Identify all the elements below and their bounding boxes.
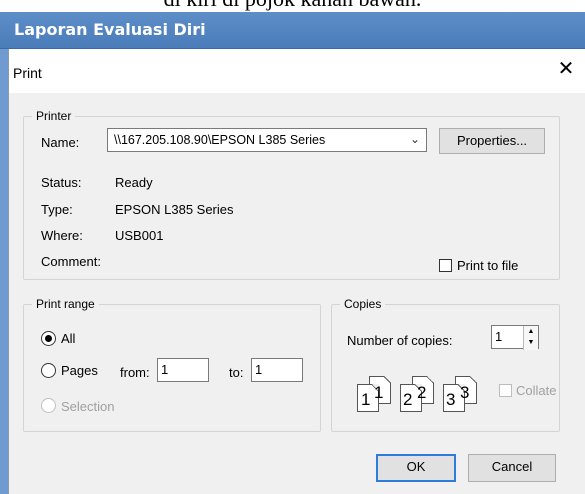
from-label: from: — [120, 365, 150, 380]
pages-radio[interactable] — [41, 363, 56, 378]
page-number: 1 — [361, 390, 371, 409]
copies-value: 1 — [495, 329, 503, 344]
printer-name-label: Name: — [41, 135, 80, 150]
number-of-copies-label: Number of copies: — [347, 333, 453, 348]
page-number: 2 — [417, 383, 427, 402]
spinner-arrows-icon[interactable]: ▲ ▼ — [523, 326, 538, 350]
copies-spinner[interactable]: 1 ▲ ▼ — [491, 325, 539, 350]
print-dialog: Print ✕ Printer Name: \\167.205.108.90\E… — [8, 49, 585, 494]
status-value: Ready — [115, 175, 153, 190]
dialog-title-bar: Print ✕ — [9, 49, 585, 93]
printer-name-value: \\167.205.108.90\EPSON L385 Series — [114, 133, 326, 147]
dialog-title: Print — [13, 65, 42, 81]
copies-group: Copies — [331, 297, 560, 432]
where-label: Where: — [41, 228, 83, 243]
background-text: di kiri di pojok kanan bawah. — [0, 0, 585, 12]
copies-group-label: Copies — [340, 297, 386, 311]
to-label: to: — [229, 365, 244, 380]
where-value: USB001 — [115, 228, 164, 243]
status-label: Status: — [41, 175, 82, 190]
close-icon[interactable]: ✕ — [556, 59, 576, 79]
cancel-button[interactable]: Cancel — [468, 454, 556, 482]
print-range-group-label: Print range — [32, 297, 99, 311]
type-value: EPSON L385 Series — [115, 202, 234, 217]
properties-button[interactable]: Properties... — [439, 128, 545, 154]
page-number: 2 — [403, 390, 413, 409]
all-radio[interactable] — [41, 331, 56, 346]
all-label[interactable]: All — [61, 331, 75, 346]
collate-label[interactable]: Collate — [516, 383, 556, 398]
from-input[interactable]: 1 — [157, 358, 209, 382]
to-input[interactable]: 1 — [251, 358, 303, 382]
page-number: 1 — [374, 383, 384, 402]
printer-group-label: Printer — [32, 109, 76, 123]
selection-radio[interactable] — [41, 398, 56, 413]
selection-label[interactable]: Selection — [61, 399, 114, 414]
ok-button[interactable]: OK — [376, 454, 456, 482]
type-label: Type: — [41, 202, 73, 217]
page-number: 3 — [460, 383, 470, 402]
app-title-bar: Laporan Evaluasi Diri — [0, 12, 585, 49]
print-to-file-checkbox[interactable] — [439, 259, 452, 272]
comment-label: Comment: — [41, 254, 101, 269]
pages-label[interactable]: Pages — [61, 363, 98, 378]
page-number: 3 — [446, 390, 456, 409]
print-to-file-label[interactable]: Print to file — [457, 258, 518, 273]
collate-checkbox[interactable] — [499, 384, 512, 397]
left-window-edge — [0, 49, 8, 494]
app-window-title: Laporan Evaluasi Diri — [14, 20, 206, 39]
chevron-down-icon: ⌄ — [409, 132, 420, 146]
printer-name-select[interactable]: \\167.205.108.90\EPSON L385 Series ⌄ — [107, 128, 427, 152]
